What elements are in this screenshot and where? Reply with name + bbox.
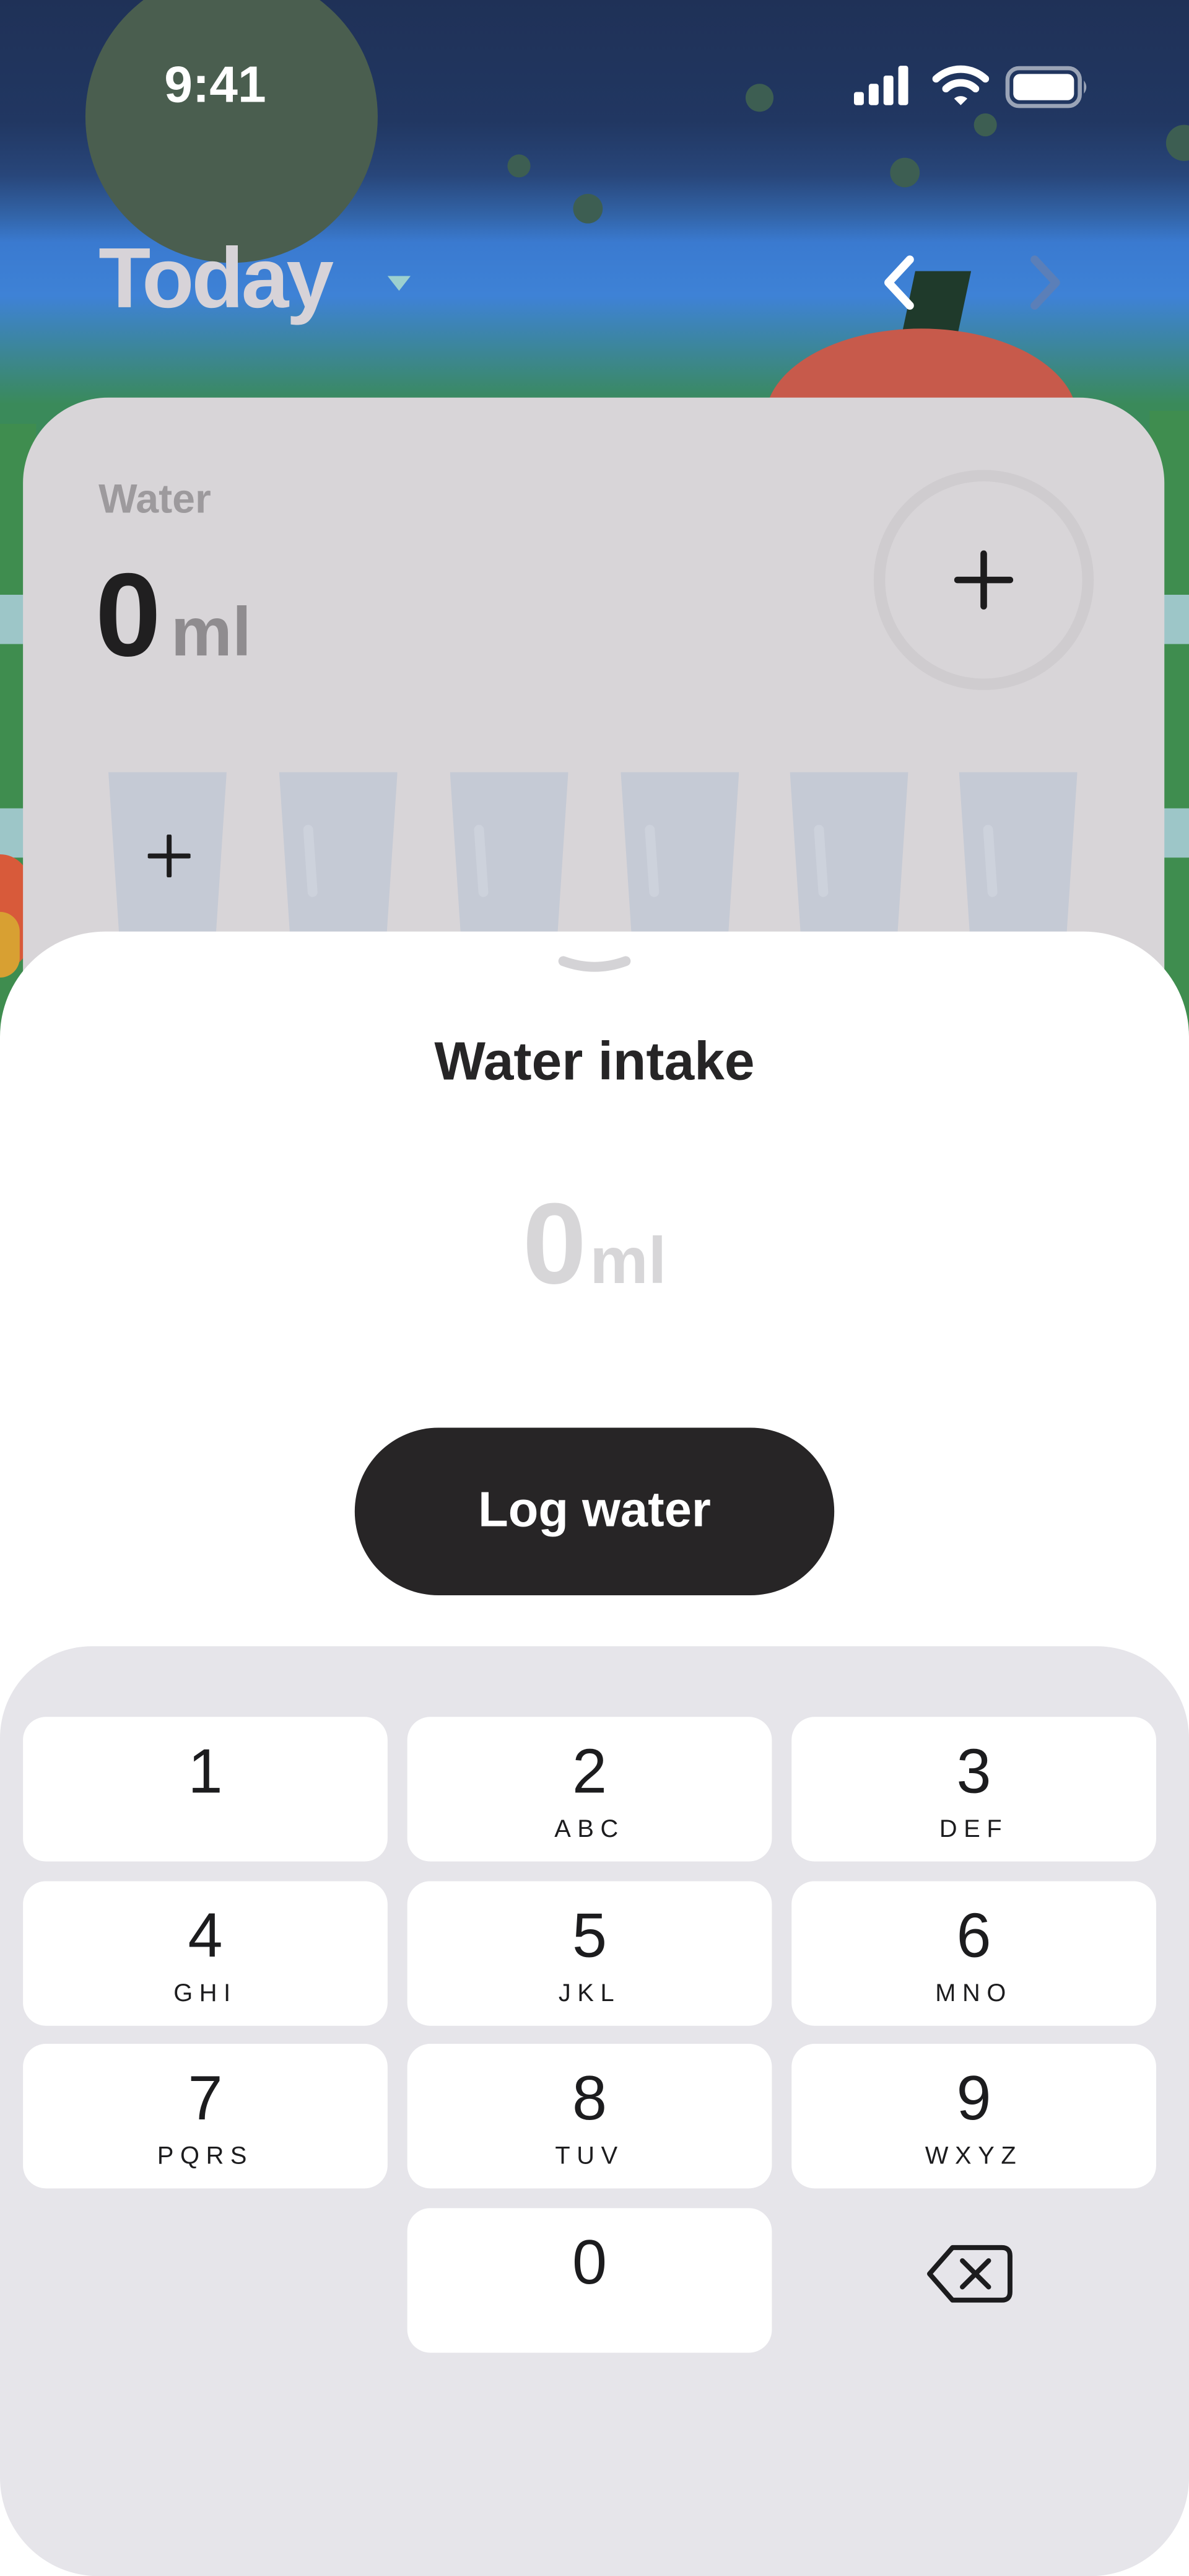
key-letters: GHI (173, 1979, 237, 2008)
chevron-left-icon[interactable] (871, 247, 926, 319)
key-digit: 3 (956, 1738, 991, 1808)
key-9[interactable]: 9 WXYZ (791, 2044, 1156, 2189)
chevron-right-icon[interactable] (1018, 247, 1074, 319)
sheet-title: Water intake (434, 1030, 755, 1091)
key-letters: DEF (939, 1815, 1009, 1844)
battery-icon (1005, 66, 1087, 108)
status-time: 9:41 (164, 56, 266, 113)
backspace-icon[interactable] (920, 2238, 1018, 2310)
sheet-drag-handle[interactable] (557, 955, 632, 975)
glass-shine (303, 824, 318, 898)
key-5[interactable]: 5 JKL (407, 1881, 772, 2026)
key-digit: 6 (956, 1902, 991, 1972)
key-letters: TUV (555, 2142, 624, 2171)
number-keypad: 1 2 ABC 3 DEF 4 GHI 5 JKL 6 MNO 7 PQRS 8… (0, 1646, 1189, 2576)
key-6[interactable]: 6 MNO (791, 1881, 1156, 2026)
caret-down-icon[interactable] (385, 271, 414, 294)
glass-shine (644, 824, 660, 898)
date-selector-title[interactable]: Today (98, 230, 334, 328)
key-8[interactable]: 8 TUV (407, 2044, 772, 2189)
key-letters: MNO (935, 1979, 1013, 2008)
key-digit: 5 (572, 1902, 608, 1972)
key-7[interactable]: 7 PQRS (23, 2044, 388, 2189)
key-digit: 0 (572, 2229, 608, 2299)
plus-icon (954, 550, 1014, 610)
intake-amount-display: 0 ml (0, 1178, 1189, 1309)
key-4[interactable]: 4 GHI (23, 1881, 388, 2026)
water-label: Water (98, 476, 211, 523)
key-letters: JKL (558, 1979, 621, 2008)
intake-amount-value: 0 (522, 1180, 587, 1308)
water-amount-value: 0 (95, 550, 162, 682)
key-letters: PQRS (157, 2142, 254, 2171)
key-digit: 8 (572, 2065, 608, 2134)
yellow-decoration (0, 911, 20, 978)
app-screen: 9:41 Today Water 0 ml Water intake 0 ml … (0, 0, 1189, 2576)
water-amount: 0 ml (95, 549, 251, 683)
add-water-button[interactable] (873, 470, 1094, 690)
glass-shine (474, 824, 489, 898)
glass-shine (983, 824, 998, 898)
log-water-button[interactable]: Log water (354, 1427, 835, 1596)
cellular-signal-icon (854, 66, 908, 105)
key-letters: WXYZ (925, 2142, 1023, 2171)
key-digit: 2 (572, 1738, 608, 1808)
glass-shine (813, 824, 829, 898)
key-1[interactable]: 1 (23, 1717, 388, 1862)
star-dot (573, 193, 603, 224)
key-digit: 9 (956, 2065, 991, 2134)
key-3[interactable]: 3 DEF (791, 1717, 1156, 1862)
status-bar: 9:41 (0, 0, 1189, 181)
water-amount-unit: ml (170, 593, 251, 670)
key-0[interactable]: 0 (407, 2208, 772, 2353)
key-digit: 1 (188, 1738, 223, 1808)
key-letters: ABC (554, 1815, 625, 1844)
key-2[interactable]: 2 ABC (407, 1717, 772, 1862)
key-digit: 7 (188, 2065, 223, 2134)
intake-amount-unit: ml (590, 1225, 667, 1299)
plus-icon (147, 835, 191, 878)
wifi-icon (932, 65, 990, 105)
key-digit: 4 (188, 1902, 223, 1972)
